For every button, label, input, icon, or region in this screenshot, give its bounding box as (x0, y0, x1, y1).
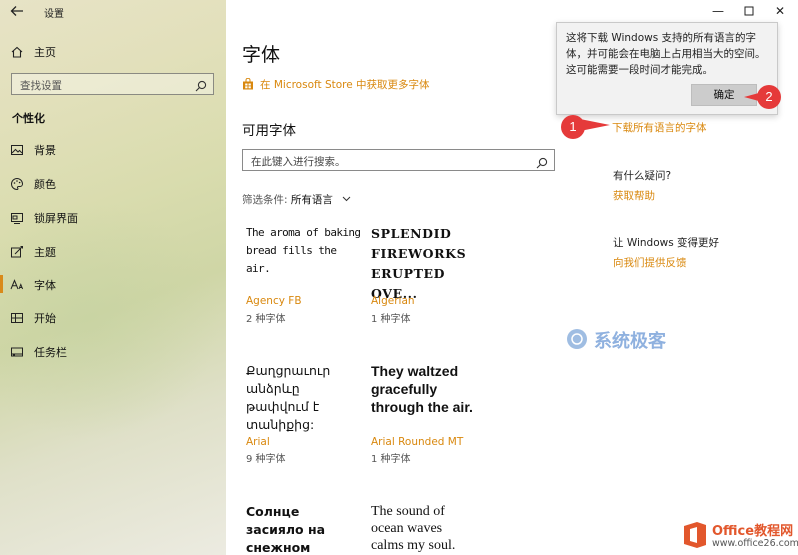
sidebar-item-label: 锁屏界面 (34, 212, 78, 225)
sidebar-item-home[interactable]: 主页 (0, 40, 226, 62)
help-heading: 有什么疑问? (613, 170, 672, 182)
sidebar-item-label: 开始 (34, 312, 56, 325)
sidebar-item-label: 字体 (34, 279, 56, 292)
font-count: 2 种字体 (246, 314, 286, 325)
font-sample: SPLENDID FIREWORKS ERUPTED OVE... (371, 226, 467, 301)
close-button[interactable]: ✕ (772, 4, 788, 18)
picture-icon (10, 142, 24, 156)
minimize-button[interactable]: — (710, 4, 726, 18)
page-title: 字体 (242, 44, 281, 66)
sidebar-item-label: 颜色 (34, 178, 56, 191)
maximize-button[interactable] (741, 4, 757, 18)
popup-message: 这将下载 Windows 支持的所有语言的字体，并可能会在电脑上占用相当大的空间… (566, 32, 766, 76)
font-sample: The aroma of baking bread fills the air. (246, 226, 361, 275)
watermark-logo: 系统极客 (566, 326, 696, 352)
office-brand-text: Office教程网 (712, 524, 794, 539)
lock-screen-icon (10, 210, 24, 224)
font-count: 1 种字体 (371, 314, 411, 325)
sidebar-item-start[interactable]: 开始 (0, 305, 226, 329)
font-icon (10, 277, 24, 291)
sidebar-item-themes[interactable]: 主题 (0, 239, 226, 263)
feedback-link[interactable]: 向我们提供反馈 (613, 255, 687, 270)
palette-icon (10, 176, 24, 191)
section-title: 个性化 (12, 112, 45, 125)
app-title: 设置 (44, 9, 64, 20)
font-search-placeholder: 在此键入进行搜索。 (251, 156, 346, 168)
filter-value: 所有语言 (290, 194, 333, 206)
home-icon (10, 44, 24, 58)
font-count: 9 种字体 (246, 454, 286, 465)
back-arrow-icon[interactable] (10, 4, 26, 20)
sidebar-item-label: 主页 (34, 46, 56, 59)
font-name: Arial (246, 436, 270, 448)
font-name: Agency FB (246, 295, 302, 307)
sidebar-item-label: 背景 (34, 144, 56, 157)
theme-icon (10, 244, 24, 258)
watermark-text: 系统极客 (594, 331, 666, 352)
step-badge-1: 1 (561, 115, 585, 139)
font-count: 1 种字体 (371, 454, 411, 465)
office-url-text: www.office26.com (712, 538, 798, 549)
font-sample: The sound of ocean waves calms my soul. (371, 504, 456, 553)
get-help-link[interactable]: 获取帮助 (613, 188, 655, 203)
font-sample: Քաղցրաւուր անձրևը թափվում է տանիքից: (246, 363, 331, 432)
chevron-down-icon (342, 194, 351, 203)
sidebar: 设置 主页 查找设置 个性化 背景 颜色 锁屏界面 主题 字体 开始 任务栏 (0, 0, 226, 555)
font-sample: They waltzed gracefully through the air. (371, 363, 473, 415)
office-watermark: Office教程网 www.office26.com (682, 518, 798, 552)
store-bag-icon (242, 77, 254, 90)
font-search-input[interactable]: 在此键入进行搜索。 (242, 149, 555, 171)
filter-label: 筛选条件: (242, 194, 288, 206)
step-badge-2: 2 (757, 85, 781, 109)
active-indicator (0, 275, 3, 293)
taskbar-icon (10, 344, 24, 358)
sidebar-item-fonts[interactable]: 字体 (0, 272, 226, 296)
sidebar-item-label: 任务栏 (34, 346, 67, 359)
language-filter[interactable]: 筛选条件: 所有语言 (242, 192, 351, 207)
font-sample: Солнце засияло на снежном ковре. (246, 504, 326, 555)
search-placeholder: 查找设置 (20, 80, 62, 92)
font-name: Algerian (371, 295, 415, 307)
store-link-label: 在 Microsoft Store 中获取更多字体 (260, 79, 430, 91)
sidebar-item-label: 主题 (34, 246, 56, 259)
search-icon[interactable] (536, 154, 548, 169)
store-link[interactable]: 在 Microsoft Store 中获取更多字体 (242, 77, 430, 92)
available-fonts-heading: 可用字体 (242, 123, 296, 139)
download-all-fonts-link[interactable]: 下载所有语言的字体 (612, 120, 707, 135)
font-name: Arial Rounded MT (371, 436, 464, 448)
sidebar-item-taskbar[interactable]: 任务栏 (0, 339, 226, 363)
improve-heading: 让 Windows 变得更好 (613, 237, 720, 249)
start-icon (10, 310, 24, 324)
search-icon[interactable] (195, 77, 207, 92)
office-logo-icon (684, 522, 706, 548)
sidebar-item-lock-screen[interactable]: 锁屏界面 (0, 205, 226, 229)
sidebar-item-background[interactable]: 背景 (0, 137, 226, 161)
sidebar-item-colors[interactable]: 颜色 (0, 171, 226, 195)
settings-search-input[interactable]: 查找设置 (11, 73, 214, 95)
